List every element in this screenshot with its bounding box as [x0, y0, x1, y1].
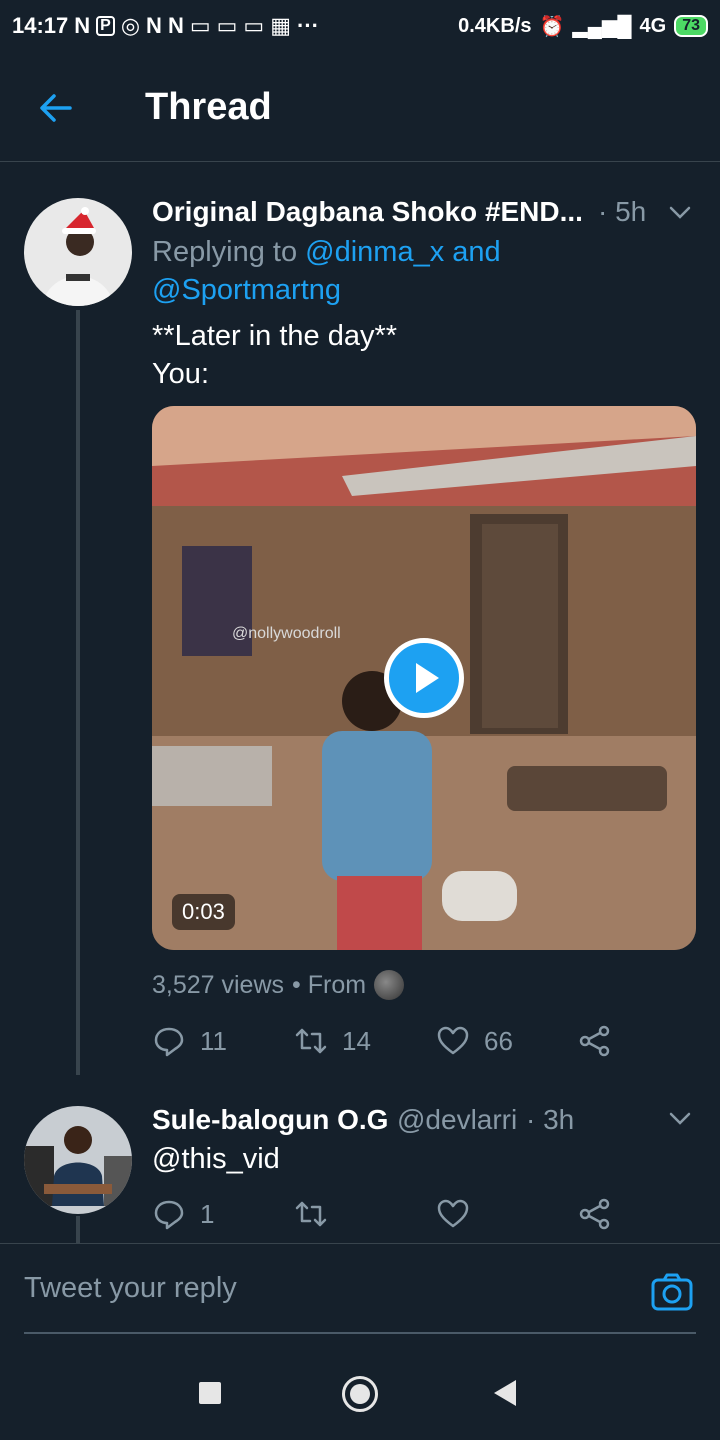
reply-composer: [0, 1243, 720, 1335]
replying-prefix: Replying to: [152, 236, 298, 268]
tweet-text[interactable]: @this_vid: [152, 1140, 280, 1178]
whatsapp-icon: ◎: [120, 13, 141, 38]
network-speed: 0.4KB/s: [458, 14, 532, 37]
message-icon: ▭: [216, 13, 238, 38]
view-count-row: 3,527 views • From: [152, 970, 405, 1000]
video-thumbnail[interactable]: @nollywoodroll 0:03: [152, 406, 696, 950]
tweet-time: · 3h: [526, 1104, 575, 1135]
share-button[interactable]: [578, 1197, 612, 1231]
page-title: Thread: [145, 86, 272, 128]
alarm-icon: ⏰: [539, 15, 565, 38]
retweet-button[interactable]: [294, 1197, 328, 1231]
message-icon: ▭: [243, 13, 265, 38]
chevron-down-icon[interactable]: [666, 1104, 694, 1132]
message-icon: ▭: [189, 13, 211, 38]
source-emoji-icon: [374, 970, 405, 1000]
replying-and[interactable]: and: [452, 236, 500, 268]
battery-indicator: 73: [674, 15, 708, 37]
like-count: 66: [484, 1025, 513, 1056]
recents-button[interactable]: [199, 1382, 221, 1404]
source-label: • From: [292, 970, 367, 999]
retweet-icon: [295, 1028, 327, 1054]
notification-icon: N: [74, 13, 91, 38]
mention-link[interactable]: @dinma_x: [305, 236, 444, 268]
reply-count: 11: [200, 1025, 227, 1056]
system-nav-bar: [0, 1346, 720, 1440]
tweet-time: · 5h: [598, 196, 647, 227]
play-icon: [416, 663, 439, 693]
like-button[interactable]: [436, 1197, 470, 1231]
share-icon: [579, 1025, 610, 1057]
status-right: 0.4KB/s ⏰ ▂▄▆█ 4G 73: [458, 14, 708, 39]
notification-icon: N: [146, 13, 162, 38]
chevron-down-icon[interactable]: [666, 198, 694, 226]
avatar[interactable]: [24, 198, 132, 306]
like-button[interactable]: 66: [436, 1024, 513, 1058]
status-bar: 14:17 N P ◎ N N ▭ ▭ ▭ ▦ ··· 0.4KB/s ⏰ ▂▄…: [0, 0, 720, 52]
retweet-count: 14: [342, 1025, 371, 1056]
header: Thread: [0, 52, 720, 162]
play-button[interactable]: [384, 638, 464, 718]
tweet-handle: @devlarri: [397, 1104, 518, 1135]
retweet-button[interactable]: 14: [294, 1024, 371, 1058]
signal-icon: ▂▄▆█: [572, 15, 632, 38]
network-type: 4G: [639, 14, 667, 37]
book-icon: ▦: [270, 13, 292, 38]
more-notifications-icon: ···: [297, 13, 319, 38]
like-icon: [437, 1026, 469, 1055]
avatar[interactable]: [24, 1106, 132, 1214]
video-watermark: @nollywoodroll: [232, 625, 341, 642]
reply-count: 1: [200, 1198, 215, 1229]
tweet-text: **Later in the day** You:: [152, 317, 692, 393]
home-button[interactable]: [342, 1376, 378, 1412]
notification-icon: N: [167, 13, 184, 38]
status-time: 14:17: [12, 13, 69, 38]
like-icon: [437, 1199, 469, 1228]
reply-icon: [154, 1027, 184, 1057]
thread-connector: [76, 310, 80, 1075]
reply-icon: [154, 1200, 184, 1230]
thread-connector: [76, 1216, 80, 1243]
tweet-text-line: You:: [152, 358, 209, 390]
back-arrow-icon[interactable]: [36, 88, 76, 128]
reply-button[interactable]: 1: [152, 1197, 214, 1231]
replying-to: Replying to @dinma_x and @Sportmartng: [152, 233, 672, 309]
status-left: 14:17 N P ◎ N N ▭ ▭ ▭ ▦ ···: [12, 13, 319, 39]
camera-icon[interactable]: [650, 1272, 694, 1312]
tweet-actions: 1: [152, 1197, 622, 1237]
retweet-icon: [295, 1201, 327, 1227]
tweet-actions: 11 14 66: [152, 1024, 622, 1064]
mention-link[interactable]: @Sportmartng: [152, 274, 341, 306]
view-count[interactable]: 3,527 views: [152, 971, 284, 1000]
tweet-author-name[interactable]: Sule-balogun O.G: [152, 1104, 388, 1136]
reply-input[interactable]: [24, 1264, 624, 1312]
video-duration: 0:03: [172, 894, 235, 930]
tweet-text-line: **Later in the day**: [152, 320, 398, 352]
tweet-author-name[interactable]: Original Dagbana Shoko #END...: [152, 196, 583, 228]
share-button[interactable]: [578, 1024, 612, 1058]
reply-button[interactable]: 11: [152, 1024, 227, 1058]
back-button[interactable]: [494, 1380, 516, 1406]
share-icon: [579, 1198, 610, 1230]
reply-underline: [24, 1332, 696, 1334]
notification-icon: P: [96, 16, 115, 36]
